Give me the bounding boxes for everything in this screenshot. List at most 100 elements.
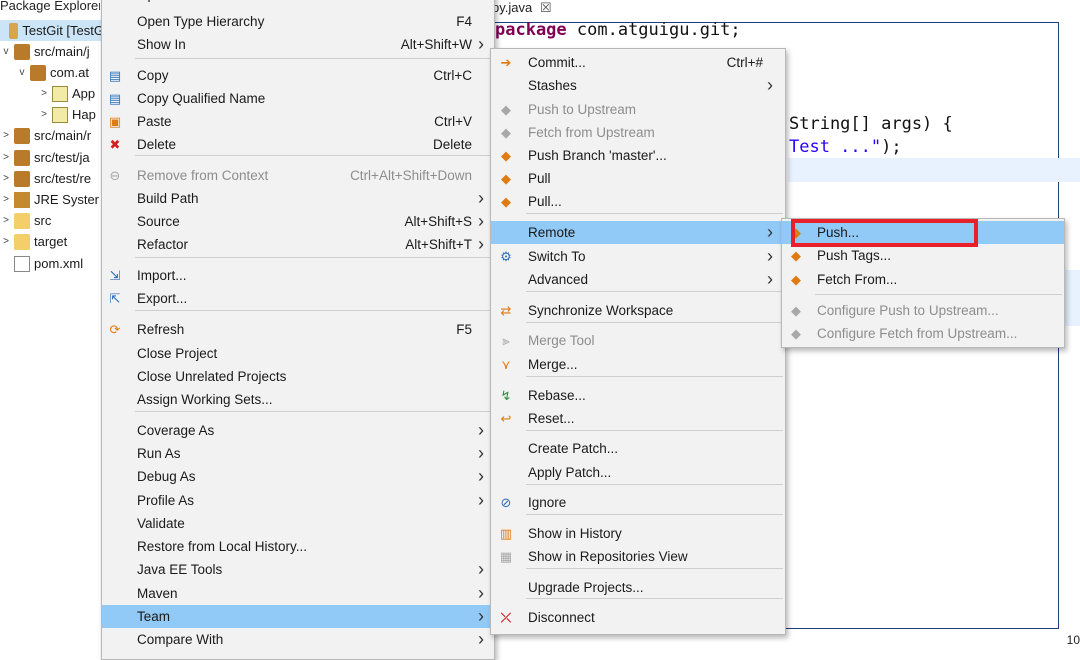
team-menu-item-reset[interactable]: ↩ Reset...	[491, 407, 785, 430]
chevron-right-icon[interactable]: >	[0, 130, 12, 141]
team-menu-item-show-in-history[interactable]: ▥ Show in History	[491, 522, 785, 545]
chevron-down-icon[interactable]: v	[16, 67, 28, 78]
refresh-icon: ⟳	[109, 321, 121, 337]
code-line-package[interactable]: package com.atguigu.git;	[495, 20, 741, 40]
team-menu-item-upgrade-projects[interactable]: Upgrade Projects...	[491, 576, 785, 599]
context-menu-item-import[interactable]: ⇲ Import...	[102, 264, 494, 287]
context-menu-item-copy[interactable]: ▤ Copy Ctrl+C	[102, 64, 494, 87]
tree-item-testgit-testg[interactable]: TestGit [TestG	[0, 20, 104, 41]
context-menu-item-open-in-new-window[interactable]: Open in New Window	[102, 0, 494, 6]
context-menu-item-open-type-hierarchy[interactable]: Open Type Hierarchy F4	[102, 10, 494, 33]
chevron-right-icon: ›	[478, 211, 484, 231]
tree-item-src-main-j[interactable]: v src/main/j	[0, 41, 104, 62]
tree-item-label: src/main/r	[34, 128, 92, 143]
context-menu-item-show-in[interactable]: Show In Alt+Shift+W ›	[102, 33, 494, 56]
tree-item-jre-syster[interactable]: > JRE Syster	[0, 189, 104, 210]
context-menu-item-java-ee-tools[interactable]: Java EE Tools ›	[102, 558, 494, 581]
chevron-right-icon[interactable]: >	[0, 194, 12, 205]
team-menu-item-stashes[interactable]: Stashes ›	[491, 74, 785, 97]
menu-separator	[135, 257, 492, 258]
context-menu-item-compare-with[interactable]: Compare With ›	[102, 628, 494, 651]
tree-item-label: JRE Syster	[34, 192, 100, 207]
remote-menu-item-fetch-from[interactable]: ◆ Fetch From...	[782, 268, 1064, 291]
chevron-right-icon[interactable]: >	[0, 215, 12, 226]
source-folder-icon	[14, 43, 30, 60]
context-menu-item-restore-from-local-history[interactable]: Restore from Local History...	[102, 535, 494, 558]
team-menu-item-ignore[interactable]: ⊘ Ignore	[491, 491, 785, 514]
chevron-right-icon: ›	[478, 606, 484, 626]
tree-item-target[interactable]: > target	[0, 231, 104, 252]
delete-icon: ✖	[109, 136, 121, 152]
context-menu-item-profile-as[interactable]: Profile As ›	[102, 489, 494, 512]
chevron-right-icon[interactable]: >	[38, 88, 50, 99]
team-menu-item-create-patch[interactable]: Create Patch...	[491, 437, 785, 460]
remote-menu-item-push-tags[interactable]: ◆ Push Tags...	[782, 244, 1064, 267]
code-line-main[interactable]: String[] args) {	[789, 114, 953, 134]
code-line-println[interactable]: Test ...");	[789, 137, 902, 157]
package-explorer-title[interactable]: Package Explorer	[0, 0, 100, 16]
team-menu-item-fetch-from-upstream[interactable]: ◆ Fetch from Upstream	[491, 121, 785, 144]
code-keyword: package	[495, 20, 567, 40]
team-menu-item-synchronize-workspace[interactable]: ⇄ Synchronize Workspace	[491, 299, 785, 322]
close-tab-icon[interactable]: ☒	[540, 0, 552, 15]
shortcut-label: Ctrl+#	[726, 55, 763, 70]
context-menu-item-export[interactable]: ⇱ Export...	[102, 287, 494, 310]
tree-item-src[interactable]: > src	[0, 210, 104, 231]
tree-item-src-test-ja[interactable]: > src/test/ja	[0, 147, 104, 168]
tree-item-com-at[interactable]: v com.at	[16, 62, 104, 83]
context-menu-item-maven[interactable]: Maven ›	[102, 582, 494, 605]
editor-tab-label[interactable]: py.java	[492, 0, 532, 15]
tree-item-hap[interactable]: > Hap	[38, 104, 104, 125]
team-menu-item-merge-tool[interactable]: ⫸ Merge Tool	[491, 329, 785, 352]
team-menu-item-rebase[interactable]: ↯ Rebase...	[491, 384, 785, 407]
team-menu-item-push-to-upstream[interactable]: ◆ Push to Upstream	[491, 98, 785, 121]
chevron-right-icon[interactable]: >	[0, 173, 12, 184]
reset-icon: ↩	[500, 410, 512, 426]
context-menu-item-debug-as[interactable]: Debug As ›	[102, 465, 494, 488]
context-menu-item-team[interactable]: Team ›	[102, 605, 494, 628]
context-menu-item-coverage-as[interactable]: Coverage As ›	[102, 419, 494, 442]
context-menu-item-remove-from-context[interactable]: ⊖ Remove from Context Ctrl+Alt+Shift+Down	[102, 164, 494, 187]
menu-separator	[815, 294, 1062, 295]
team-menu-item-disconnect[interactable]: ⤫ Disconnect	[491, 606, 785, 629]
team-menu-item-pull[interactable]: ◆ Pull...	[491, 190, 785, 213]
team-menu-item-apply-patch[interactable]: Apply Patch...	[491, 461, 785, 484]
configure-fetch-icon: ◆	[791, 325, 801, 341]
team-menu-item-remote[interactable]: Remote ›	[491, 221, 785, 244]
editor-tab[interactable]: py.java ☒	[492, 0, 552, 16]
tree-item-pom-xml[interactable]: pom.xml	[0, 253, 104, 274]
context-menu-item-copy-qualified-name[interactable]: ▤ Copy Qualified Name	[102, 87, 494, 110]
context-menu-item-source[interactable]: Source Alt+Shift+S ›	[102, 210, 494, 233]
context-menu-item-build-path[interactable]: Build Path ›	[102, 187, 494, 210]
context-menu-item-close-project[interactable]: Close Project	[102, 342, 494, 365]
chevron-down-icon[interactable]: v	[0, 46, 12, 57]
tree-item-app[interactable]: > App	[38, 83, 104, 104]
chevron-right-icon[interactable]: >	[0, 152, 12, 163]
java-file-icon	[52, 106, 68, 123]
shortcut-label: F5	[456, 322, 472, 337]
tree-item-src-test-re[interactable]: > src/test/re	[0, 168, 104, 189]
team-menu-item-merge[interactable]: ⋎ Merge...	[491, 353, 785, 376]
context-menu-item-assign-working-sets[interactable]: Assign Working Sets...	[102, 388, 494, 411]
team-menu-item-commit[interactable]: ➔ Commit... Ctrl+#	[491, 51, 785, 74]
context-menu-item-refresh[interactable]: ⟳ Refresh F5	[102, 318, 494, 341]
context-menu-item-delete[interactable]: ✖ Delete Delete	[102, 133, 494, 156]
remote-menu-item-configure-fetch-from-upstream[interactable]: ◆ Configure Fetch from Upstream...	[782, 322, 1064, 345]
team-menu-item-show-in-repositories-view[interactable]: ▦ Show in Repositories View	[491, 545, 785, 568]
chevron-right-icon[interactable]: >	[38, 109, 50, 120]
context-menu-item-validate[interactable]: Validate	[102, 512, 494, 535]
tree-item-src-main-r[interactable]: > src/main/r	[0, 125, 104, 146]
team-menu-item-push-branch-master[interactable]: ◆ Push Branch 'master'...	[491, 144, 785, 167]
chevron-right-icon: ›	[478, 443, 484, 463]
context-menu-item-close-unrelated-projects[interactable]: Close Unrelated Projects	[102, 365, 494, 388]
context-menu-item-refactor[interactable]: Refactor Alt+Shift+T ›	[102, 233, 494, 256]
team-menu-item-label: Stashes	[528, 78, 577, 93]
context-menu-item-paste[interactable]: ▣ Paste Ctrl+V	[102, 110, 494, 133]
team-menu-item-pull[interactable]: ◆ Pull	[491, 167, 785, 190]
remote-menu-item-configure-push-to-upstream[interactable]: ◆ Configure Push to Upstream...	[782, 299, 1064, 322]
team-menu-item-advanced[interactable]: Advanced ›	[491, 268, 785, 291]
context-menu-item-run-as[interactable]: Run As ›	[102, 442, 494, 465]
chevron-right-icon[interactable]: >	[0, 236, 12, 247]
team-menu-item-switch-to[interactable]: ⚙ Switch To ›	[491, 245, 785, 268]
chevron-right-icon: ›	[767, 269, 773, 289]
